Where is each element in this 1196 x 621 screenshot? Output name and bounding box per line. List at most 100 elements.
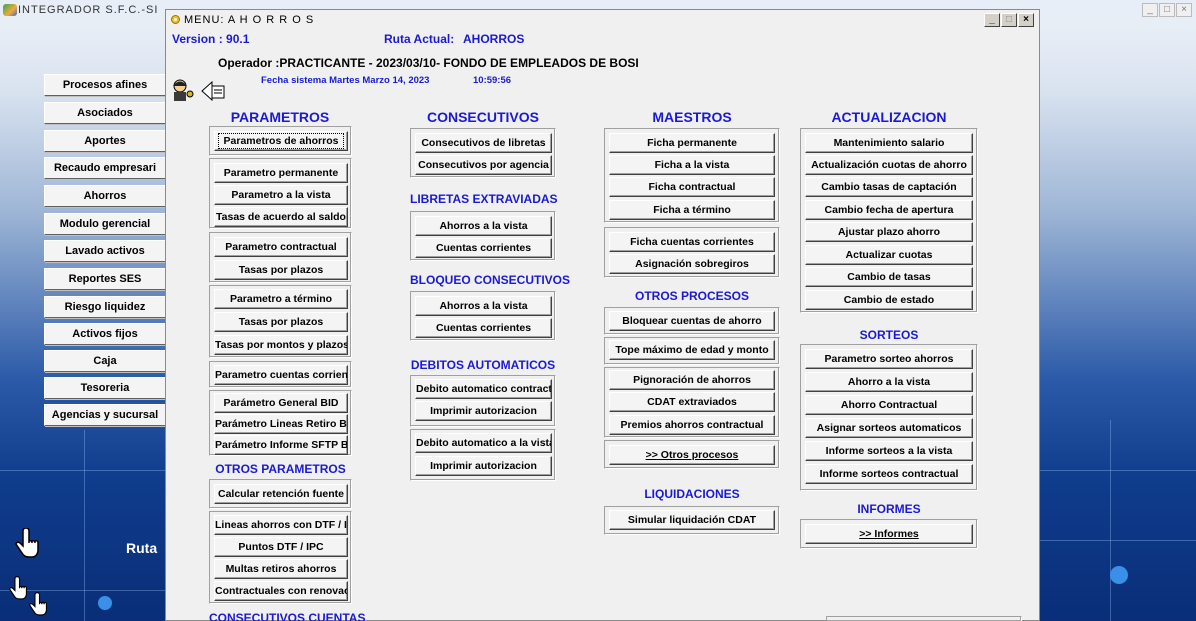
- parametros-de-ahorros-button[interactable]: Parametros de ahorros: [214, 131, 348, 151]
- outer-window-title: INTEGRADOR S.F.C.-SI: [18, 4, 159, 16]
- contractuales-renovacion-button[interactable]: Contractuales con renovación: [214, 581, 348, 601]
- app-logo-icon: [3, 4, 17, 16]
- close-button[interactable]: ×: [1176, 3, 1192, 17]
- pointer-hand-icon: [8, 576, 28, 600]
- decorative-dot: [1110, 566, 1128, 584]
- parametro-permanente-button[interactable]: Parametro permanente: [214, 163, 348, 183]
- libretas-extraviadas-heading: LIBRETAS EXTRAVIADAS: [410, 192, 558, 206]
- nav-riesgo-liquidez[interactable]: Riesgo liquidez: [44, 296, 166, 318]
- asignar-sorteos-button[interactable]: Asignar sorteos automaticos: [805, 418, 973, 438]
- user-key-icon: [173, 79, 194, 101]
- background-ruta-label: Ruta: [126, 540, 158, 556]
- tasas-montos-plazos-button[interactable]: Tasas por montos y plazos: [214, 335, 348, 355]
- nav-asociados[interactable]: Asociados: [44, 102, 166, 124]
- nav-aportes[interactable]: Aportes: [44, 130, 166, 152]
- cambio-tasas-button[interactable]: Cambio de tasas: [805, 267, 973, 287]
- minimize-button[interactable]: _: [1142, 3, 1158, 17]
- nav-tesoreria[interactable]: Tesoreria: [44, 377, 166, 399]
- decorative-line: [84, 430, 85, 621]
- parametro-lineas-retiro-bid-button[interactable]: Parámetro Lineas Retiro BID: [214, 414, 348, 434]
- nav-ahorros[interactable]: Ahorros: [44, 185, 166, 207]
- simular-liquidacion-cdat-button[interactable]: Simular liquidación CDAT: [609, 510, 775, 530]
- decorative-line: [0, 470, 165, 471]
- bloqueo-ahorros-vista-button[interactable]: Ahorros a la vista: [415, 296, 552, 316]
- ajustar-plazo-button[interactable]: Ajustar plazo ahorro: [805, 222, 973, 242]
- lineas-dtf-ipc-button[interactable]: Lineas ahorros con DTF / IPC: [214, 515, 348, 535]
- gear-sun-icon: [171, 15, 180, 24]
- ruta-actual-value: AHORROS: [463, 32, 525, 46]
- imprimir-autorizacion-vista-button[interactable]: Imprimir autorizacion: [415, 456, 552, 476]
- nav-lavado-activos[interactable]: Lavado activos: [44, 240, 166, 262]
- ficha-contractual-button[interactable]: Ficha contractual: [609, 177, 775, 197]
- libretas-ahorros-vista-button[interactable]: Ahorros a la vista: [415, 216, 552, 236]
- consecutivos-heading: CONSECUTIVOS: [426, 109, 539, 125]
- cdat-extraviados-button[interactable]: CDAT extraviados: [609, 392, 775, 412]
- libretas-cuentas-corrientes-button[interactable]: Cuentas corrientes: [415, 238, 552, 258]
- cambio-tasas-captacion-button[interactable]: Cambio tasas de captación: [805, 177, 973, 197]
- parametros-heading: PARAMETROS: [230, 109, 330, 125]
- close-button[interactable]: ×: [1018, 13, 1034, 27]
- imprimir-autorizacion-button[interactable]: Imprimir autorizacion: [415, 401, 552, 421]
- consecutivos-agencia-button[interactable]: Consecutivos por agencia: [415, 155, 552, 175]
- otros-procesos-heading: OTROS PROCESOS: [634, 289, 750, 303]
- informe-sorteos-vista-button[interactable]: Informe sorteos a la vista: [805, 441, 973, 461]
- mas-otros-procesos-button[interactable]: >> Otros procesos: [609, 445, 775, 465]
- parametro-vista-button[interactable]: Parametro a la vista: [214, 185, 348, 205]
- nav-activos-fijos[interactable]: Activos fijos: [44, 323, 166, 345]
- debito-vista-button[interactable]: Debito automatico a la vista: [415, 433, 552, 453]
- fecha-sistema: Fecha sistema Martes Marzo 14, 2023: [261, 75, 430, 86]
- ahorros-menu-window: MENU: A H O R R O S _ □ × Version : 90.1…: [165, 9, 1040, 621]
- ficha-cuentas-corrientes-button[interactable]: Ficha cuentas corrientes: [609, 232, 775, 252]
- mantenimiento-salario-button[interactable]: Mantenimiento salario: [805, 133, 973, 153]
- informes-heading: INFORMES: [857, 502, 921, 516]
- maximize-button[interactable]: □: [1159, 3, 1175, 17]
- ficha-permanente-button[interactable]: Ficha permanente: [609, 133, 775, 153]
- nav-agencias-sucursales[interactable]: Agencias y sucursal: [44, 404, 166, 426]
- premios-contractual-button[interactable]: Premios ahorros contractual: [609, 415, 775, 435]
- nav-reportes-ses[interactable]: Reportes SES: [44, 268, 166, 290]
- consecutivos-cuentas-heading: CONSECUTIVOS CUENTAS: [209, 611, 366, 621]
- actualizacion-heading: ACTUALIZACION: [831, 109, 947, 125]
- sorteo-ahorro-contractual-button[interactable]: Ahorro Contractual: [805, 395, 973, 415]
- pignoracion-ahorros-button[interactable]: Pignoración de ahorros: [609, 370, 775, 390]
- sorteo-ahorro-vista-button[interactable]: Ahorro a la vista: [805, 372, 973, 392]
- hora-sistema: 10:59:56: [473, 75, 512, 86]
- parametro-sorteo-button[interactable]: Parametro sorteo ahorros: [805, 349, 973, 369]
- partial-bottom-group: [826, 616, 1022, 621]
- nav-modulo-gerencial[interactable]: Modulo gerencial: [44, 213, 166, 235]
- tasas-plazos-button[interactable]: Tasas por plazos: [214, 260, 348, 280]
- parametro-termino-button[interactable]: Parametro a término: [214, 289, 348, 309]
- calcular-retencion-button[interactable]: Calcular retención fuente: [214, 484, 348, 504]
- minimize-button[interactable]: _: [984, 13, 1000, 27]
- version-label: Version : 90.1: [172, 32, 250, 46]
- tope-maximo-button[interactable]: Tope máximo de edad y monto: [609, 340, 775, 360]
- cambio-estado-button[interactable]: Cambio de estado: [805, 290, 973, 310]
- parametro-cuentas-corrientes-button[interactable]: Parametro cuentas corrientes: [214, 365, 348, 385]
- nav-recaudo-empresarial[interactable]: Recaudo empresari: [44, 157, 166, 179]
- nav-procesos-afines[interactable]: Procesos afines: [44, 74, 166, 96]
- consecutivos-libretas-button[interactable]: Consecutivos de libretas: [415, 133, 552, 153]
- parametro-general-bid-button[interactable]: Parámetro General BID: [214, 393, 348, 413]
- bloquear-cuentas-button[interactable]: Bloquear cuentas de ahorro: [609, 311, 775, 331]
- ficha-termino-button[interactable]: Ficha a término: [609, 200, 775, 220]
- puntos-dtf-ipc-button[interactable]: Puntos DTF / IPC: [214, 537, 348, 557]
- debito-contractual-button[interactable]: Debito automatico contractual: [415, 379, 552, 399]
- asignacion-sobregiros-button[interactable]: Asignación sobregiros: [609, 254, 775, 274]
- cambio-fecha-apertura-button[interactable]: Cambio fecha de apertura: [805, 200, 973, 220]
- parametro-contractual-button[interactable]: Parametro contractual: [214, 237, 348, 257]
- operador-label: Operador :PRACTICANTE - 2023/03/10- FOND…: [218, 56, 639, 70]
- mas-informes-button[interactable]: >> Informes: [805, 524, 973, 544]
- multas-retiros-button[interactable]: Multas retiros ahorros: [214, 559, 348, 579]
- parametro-informe-sftp-bid-button[interactable]: Parámetro Informe SFTP BID: [214, 435, 348, 455]
- back-printer-icon[interactable]: [200, 80, 226, 102]
- otros-parametros-heading: OTROS PARAMETROS: [215, 462, 346, 476]
- informe-sorteos-contractual-button[interactable]: Informe sorteos contractual: [805, 464, 973, 484]
- tasas-plazos-termino-button[interactable]: Tasas por plazos: [214, 312, 348, 332]
- bloqueo-cuentas-corrientes-button[interactable]: Cuentas corrientes: [415, 318, 552, 338]
- actualizacion-cuotas-button[interactable]: Actualización cuotas de ahorro: [805, 155, 973, 175]
- ficha-vista-button[interactable]: Ficha a la vista: [609, 155, 775, 175]
- tasas-saldo-button[interactable]: Tasas de acuerdo al saldo: [214, 207, 348, 227]
- nav-caja[interactable]: Caja: [44, 350, 166, 372]
- actualizar-cuotas-button[interactable]: Actualizar cuotas: [805, 245, 973, 265]
- maximize-button[interactable]: □: [1001, 13, 1017, 27]
